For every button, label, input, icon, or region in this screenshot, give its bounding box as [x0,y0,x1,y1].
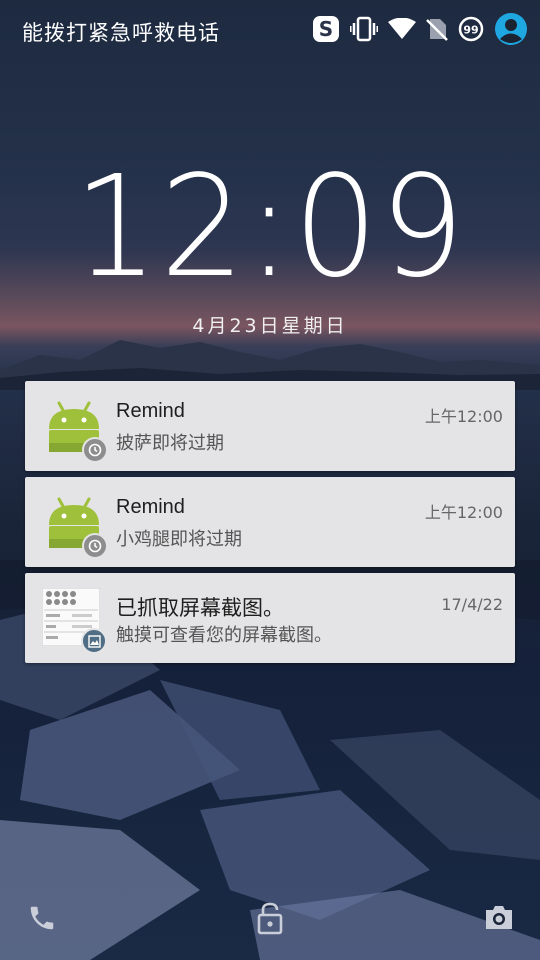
lockscreen-clock: 12:09 [73,146,467,309]
lockscreen-date: 4月23日星期日 [192,315,348,337]
user-avatar-icon[interactable] [494,12,528,46]
notification-card[interactable]: Remind 小鸡腿即将过期 上午12:00 [25,477,515,567]
notification-text: 小鸡腿即将过期 [116,529,242,550]
notification-title: Remind [116,400,185,422]
svg-text:99: 99 [463,24,478,37]
battery-icon: 99 [458,16,484,42]
svg-text:S: S [319,17,333,41]
notification-text: 披萨即将过期 [116,433,224,454]
notification-title: 已抓取屏幕截图。 [116,596,284,620]
camera-icon[interactable] [482,902,516,932]
notification-time: 17/4/22 [441,595,503,614]
notification-time: 上午12:00 [424,407,503,426]
vibrate-icon [350,16,378,42]
notification-card[interactable]: Remind 披萨即将过期 上午12:00 [25,381,515,471]
unlock-icon[interactable] [254,900,286,936]
image-icon [81,628,107,654]
notification-time: 上午12:00 [424,503,503,522]
clock-icon [82,533,108,559]
no-sim-icon [426,17,448,41]
status-bar: 能拨打紧急呼救电话 S 99 [0,0,540,60]
status-icons: S 99 [312,12,528,46]
notification-title: Remind [116,496,185,518]
wifi-icon [388,18,416,40]
sogou-icon: S [312,15,340,43]
notification-card[interactable]: 已抓取屏幕截图。 触摸可查看您的屏幕截图。 17/4/22 [25,573,515,663]
phone-icon[interactable] [26,902,58,934]
clock-icon [82,437,108,463]
notification-text: 触摸可查看您的屏幕截图。 [116,625,332,646]
emergency-calls-text: 能拨打紧急呼救电话 [22,21,220,45]
